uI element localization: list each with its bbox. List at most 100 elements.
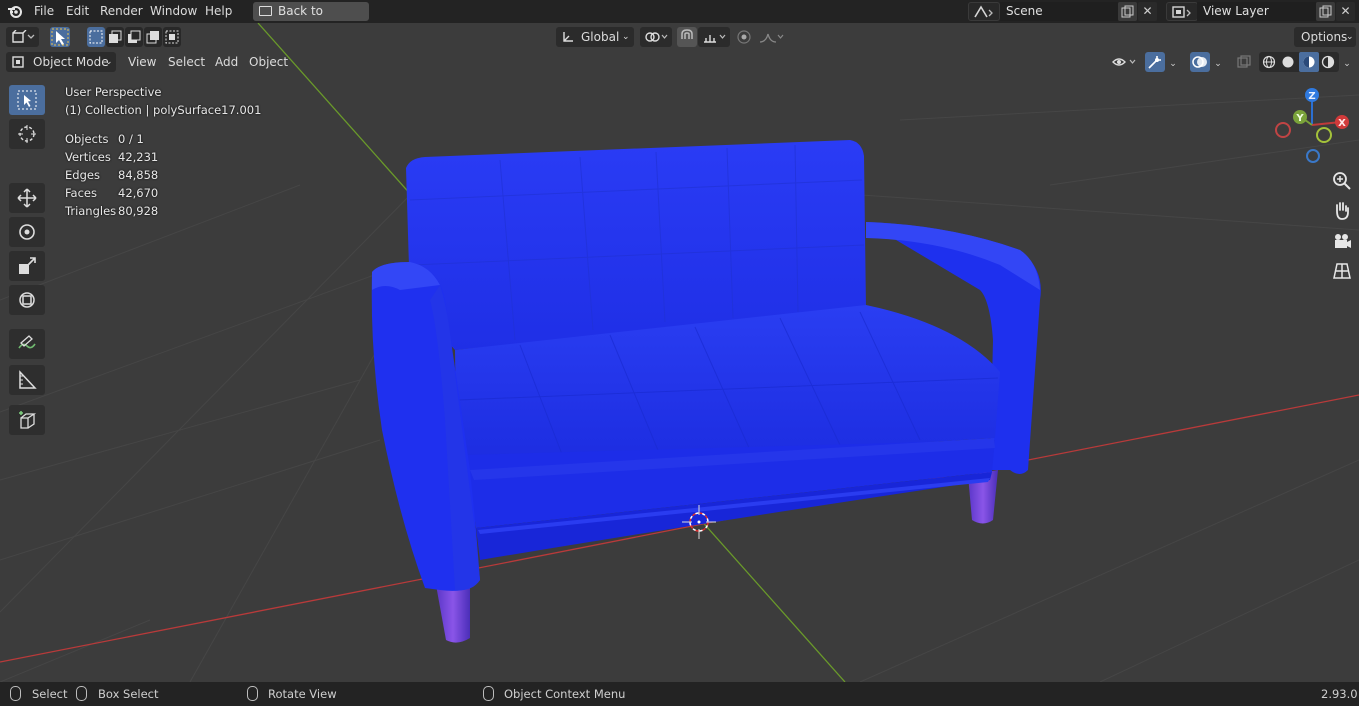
select-box-icon xyxy=(17,90,37,110)
toggle-xray-button[interactable] xyxy=(1234,52,1254,72)
menu-edit[interactable]: Edit xyxy=(62,3,93,20)
stat-edges-label: Edges xyxy=(65,168,100,182)
solid-shading-icon[interactable] xyxy=(1281,55,1295,69)
menu-window[interactable]: Window xyxy=(146,3,201,20)
delete-view-layer-button[interactable]: ✕ xyxy=(1336,2,1355,21)
zoom-view-button[interactable] xyxy=(1329,168,1355,194)
shading-options-dropdown[interactable]: ⌄ xyxy=(1340,52,1354,72)
proportional-falloff-dropdown[interactable] xyxy=(756,27,786,47)
select-mode-invert-button[interactable] xyxy=(144,27,162,47)
add-cube-icon xyxy=(19,411,37,429)
sofa-model[interactable] xyxy=(371,140,1041,643)
select-mode-new-button[interactable] xyxy=(87,27,105,47)
back-to-previous-button[interactable]: Back to Previous xyxy=(253,2,369,37)
snap-target-dropdown[interactable] xyxy=(698,27,730,47)
pivot-icon xyxy=(645,32,668,42)
tool-move[interactable] xyxy=(9,183,45,213)
transform-orientation-dropdown[interactable]: Global ⌄ xyxy=(556,27,634,47)
eye-icon xyxy=(1112,58,1136,66)
transform-icon xyxy=(19,292,35,308)
visibility-dropdown[interactable] xyxy=(1108,52,1140,72)
stat-triangles-label: Triangles xyxy=(65,204,117,218)
chevron-down-icon: ⌄ xyxy=(622,32,630,42)
chevron-down-icon: ⌄ xyxy=(1169,59,1177,69)
select-tool-mode-button[interactable] xyxy=(50,27,70,47)
overlays-options-dropdown[interactable]: ⌄ xyxy=(1210,52,1226,72)
scene-name-field[interactable]: Scene xyxy=(1000,2,1118,21)
show-overlays-button[interactable] xyxy=(1190,52,1210,72)
cursor-arrow-icon xyxy=(51,28,69,46)
proportional-editing-button[interactable] xyxy=(734,27,754,47)
new-scene-button[interactable] xyxy=(1118,2,1137,21)
tool-select-box[interactable] xyxy=(9,85,45,115)
scene-browse-button[interactable] xyxy=(968,2,1000,21)
menu-file[interactable]: File xyxy=(30,3,58,20)
view-layer-browse-button[interactable] xyxy=(1166,2,1198,21)
gizmo-x-label: X xyxy=(1338,118,1346,129)
options-dropdown[interactable]: Options ⌄ xyxy=(1294,27,1356,47)
view-layer-name-field[interactable]: View Layer xyxy=(1197,2,1316,21)
tool-rotate[interactable] xyxy=(9,217,45,247)
snap-increment-icon xyxy=(704,34,726,43)
view-name-label: User Perspective xyxy=(65,85,162,99)
options-label: Options xyxy=(1301,30,1348,44)
stat-faces-value: 42,670 xyxy=(118,186,159,200)
material-shading-icon xyxy=(1303,56,1315,68)
tool-transform[interactable] xyxy=(9,285,45,315)
falloff-curve-icon xyxy=(759,33,784,43)
close-icon: ✕ xyxy=(1142,4,1153,18)
select-mode-extend-button[interactable] xyxy=(106,27,124,47)
tool-annotate[interactable] xyxy=(9,329,45,359)
snap-toggle-button[interactable] xyxy=(677,27,697,47)
new-view-layer-button[interactable] xyxy=(1316,2,1335,21)
gizmo-options-dropdown[interactable]: ⌄ xyxy=(1165,52,1181,72)
select-mode-intersect-button[interactable] xyxy=(163,27,181,47)
menu-select[interactable]: Select xyxy=(163,52,205,72)
tool-cursor[interactable] xyxy=(9,119,45,149)
camera-view-button[interactable] xyxy=(1329,228,1355,254)
grid-perspective-icon xyxy=(1333,263,1351,279)
tool-add-cube[interactable] xyxy=(9,405,45,435)
select-invert-icon xyxy=(146,31,159,44)
stat-vertices-value: 42,231 xyxy=(118,150,159,164)
xray-icon xyxy=(1237,55,1251,68)
copy-icon xyxy=(1121,5,1134,18)
mouse-left-icon xyxy=(10,686,21,701)
rotate-icon xyxy=(19,224,35,240)
blender-logo-icon[interactable] xyxy=(6,3,24,20)
transform-orientation-label: Global xyxy=(581,30,620,44)
menu-help[interactable]: Help xyxy=(201,3,236,20)
menu-render[interactable]: Render xyxy=(96,3,147,20)
status-box-select-hint: Box Select xyxy=(98,687,159,701)
stat-faces-label: Faces xyxy=(65,186,97,200)
gizmo-z-label: Z xyxy=(1308,91,1315,102)
rendered-shading-icon[interactable] xyxy=(1321,55,1335,69)
menu-add[interactable]: Add xyxy=(210,52,240,72)
delete-scene-button[interactable]: ✕ xyxy=(1138,2,1157,21)
orientation-axes-icon xyxy=(563,32,573,42)
pivot-point-dropdown[interactable] xyxy=(640,27,672,47)
editor-type-button[interactable] xyxy=(6,27,39,47)
camera-icon xyxy=(1335,234,1351,248)
select-new-icon xyxy=(89,30,103,44)
chevron-down-icon: ⌄ xyxy=(1343,59,1351,69)
scene-icon xyxy=(974,5,993,18)
show-gizmo-button[interactable] xyxy=(1145,52,1165,72)
back-icon xyxy=(259,6,272,16)
tool-measure[interactable] xyxy=(9,365,45,395)
pan-view-button[interactable] xyxy=(1329,198,1355,224)
wireframe-shading-icon[interactable] xyxy=(1262,55,1276,69)
status-bar: Select Box Select Rotate View Object Con… xyxy=(0,682,1359,706)
material-preview-shading-button[interactable] xyxy=(1299,52,1319,72)
menu-add-label: Add xyxy=(215,55,239,69)
menu-object[interactable]: Object xyxy=(244,52,288,72)
stat-objects-value: 0 / 1 xyxy=(118,132,144,146)
select-mode-subtract-button[interactable] xyxy=(125,27,143,47)
menu-view[interactable]: View xyxy=(124,52,158,72)
move-icon xyxy=(17,188,37,208)
tool-scale[interactable] xyxy=(9,251,45,281)
interaction-mode-dropdown[interactable]: Object Mode ⌄ xyxy=(6,52,116,72)
toggle-perspective-button[interactable] xyxy=(1329,258,1355,284)
3d-viewport[interactable]: Z X Y Global ⌄ Options ⌄ Object Mode ⌄ V… xyxy=(0,23,1359,682)
stat-triangles-value: 80,928 xyxy=(118,204,159,218)
